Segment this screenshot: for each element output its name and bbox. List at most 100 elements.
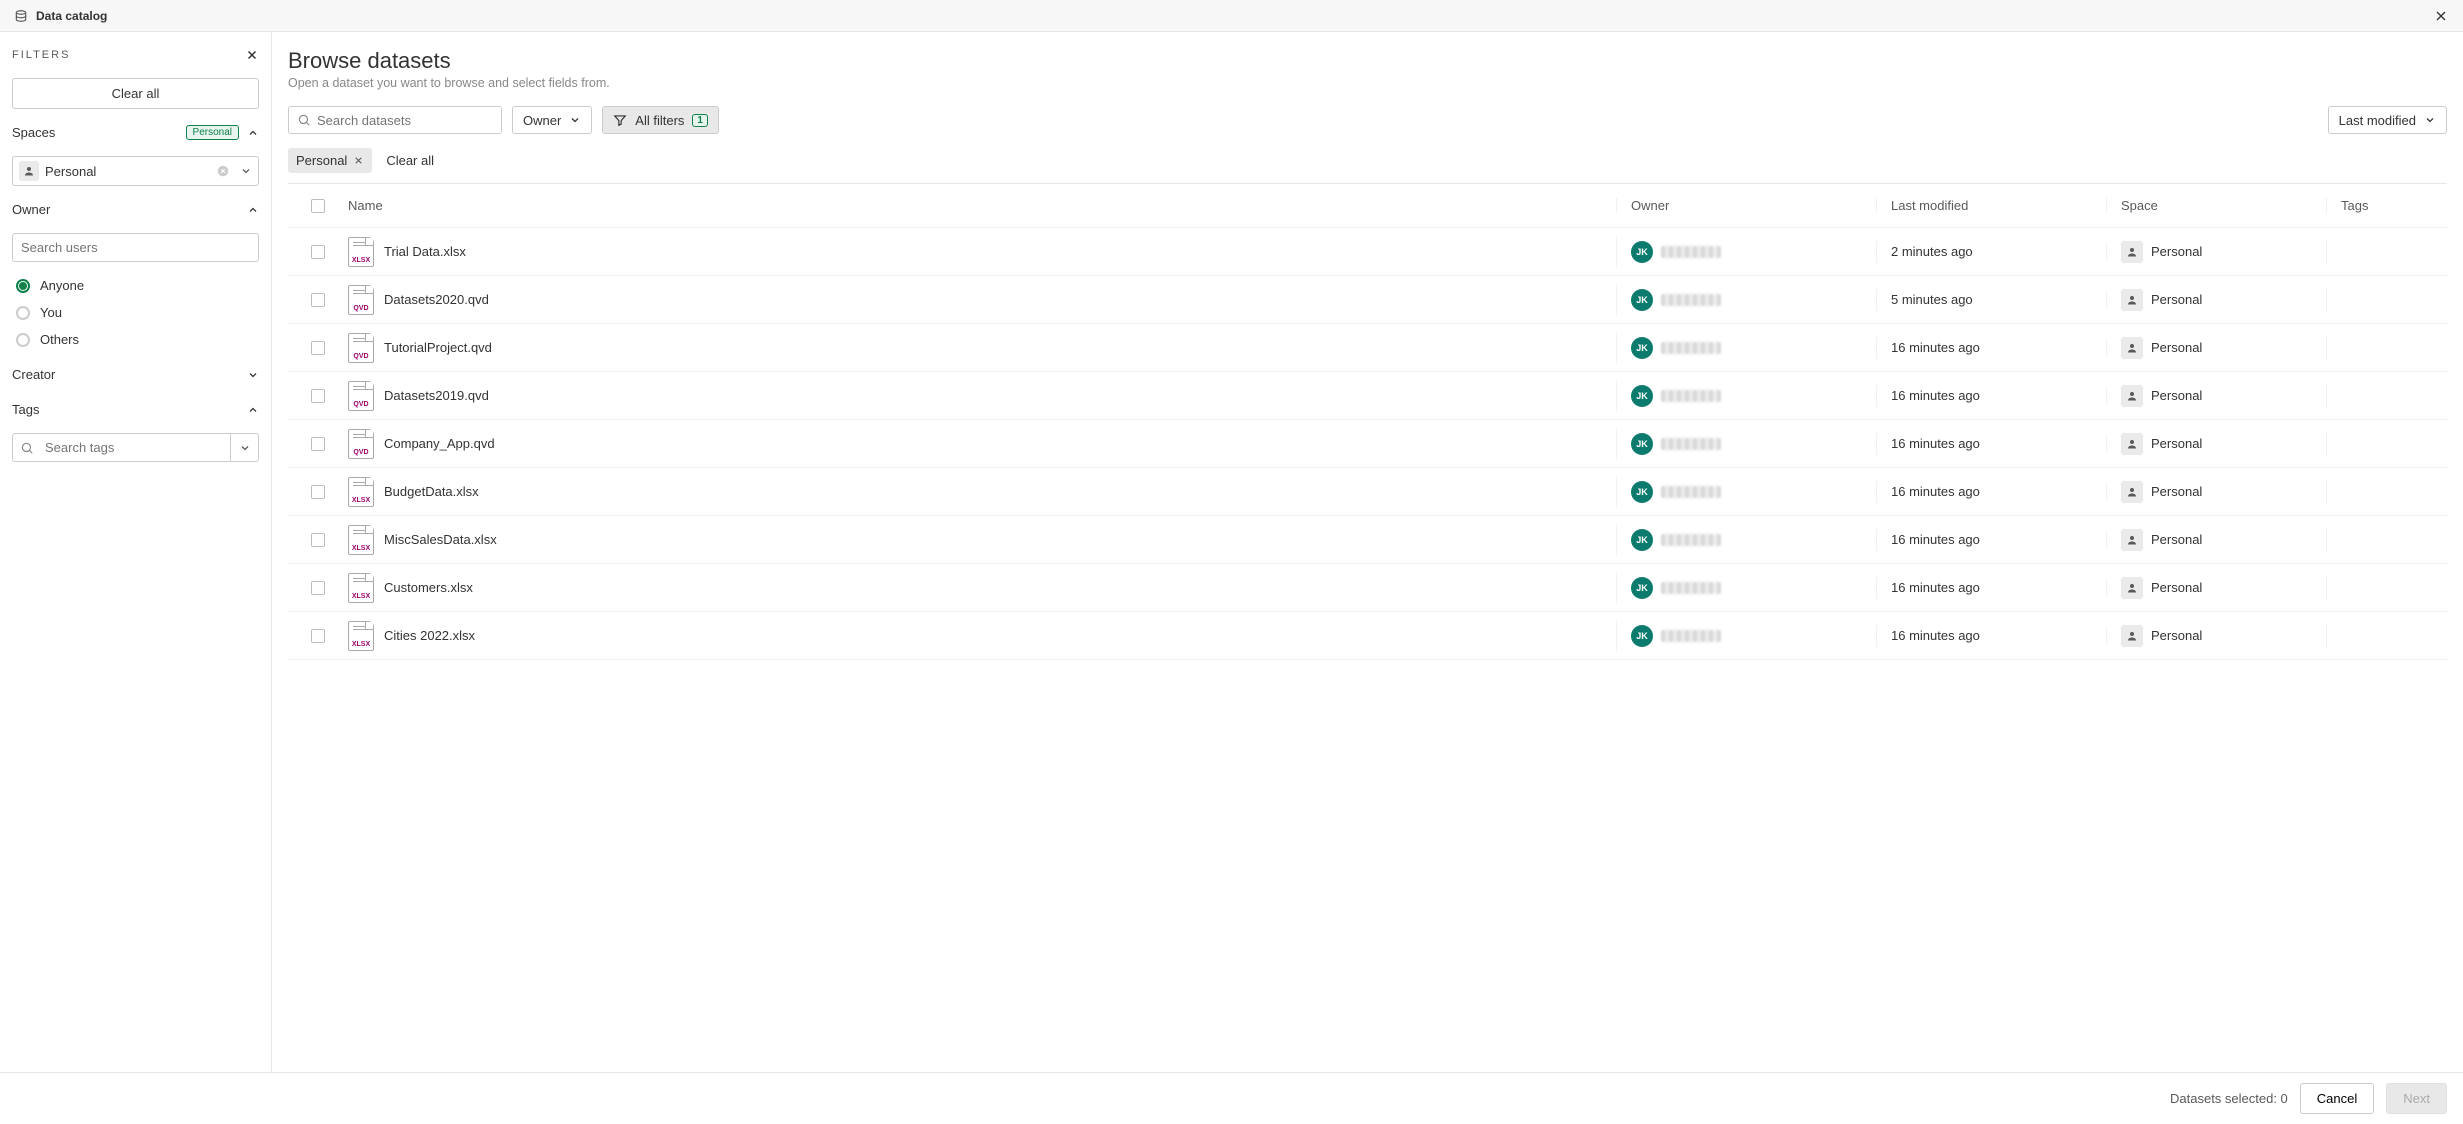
radio-icon xyxy=(16,333,30,347)
col-name-header[interactable]: Name xyxy=(348,198,1617,213)
space-name: Personal xyxy=(2151,436,2202,451)
space-name: Personal xyxy=(2151,580,2202,595)
row-checkbox[interactable] xyxy=(311,629,325,643)
table-row[interactable]: XLSX MiscSalesData.xlsx JK 16 minutes ag… xyxy=(288,516,2447,564)
radio-label: Anyone xyxy=(40,278,84,293)
person-icon xyxy=(2121,625,2143,647)
row-checkbox[interactable] xyxy=(311,341,325,355)
row-checkbox[interactable] xyxy=(311,437,325,451)
app-title: Data catalog xyxy=(36,9,107,23)
table-row[interactable]: XLSX Trial Data.xlsx JK 2 minutes ago Pe… xyxy=(288,228,2447,276)
owner-radio-you[interactable]: You xyxy=(16,305,259,320)
col-tags-header[interactable]: Tags xyxy=(2327,198,2447,213)
table-row[interactable]: XLSX BudgetData.xlsx JK 16 minutes ago P… xyxy=(288,468,2447,516)
close-dialog-button[interactable] xyxy=(2433,8,2449,24)
file-icon: XLSX xyxy=(348,477,374,507)
sort-label: Last modified xyxy=(2339,113,2416,128)
space-name: Personal xyxy=(2151,484,2202,499)
dataset-name: Trial Data.xlsx xyxy=(384,244,466,259)
radio-selected-icon xyxy=(16,279,30,293)
row-checkbox[interactable] xyxy=(311,389,325,403)
owner-avatar: JK xyxy=(1631,625,1653,647)
tags-search-input[interactable] xyxy=(41,434,230,461)
app-header: Data catalog xyxy=(0,0,2463,32)
remove-chip-icon[interactable] xyxy=(353,155,364,166)
dataset-name: Datasets2020.qvd xyxy=(384,292,489,307)
owner-search-input[interactable] xyxy=(12,233,259,262)
clear-space-icon[interactable] xyxy=(216,164,230,178)
space-name: Personal xyxy=(2151,532,2202,547)
table-row[interactable]: QVD TutorialProject.qvd JK 16 minutes ag… xyxy=(288,324,2447,372)
radio-label: Others xyxy=(40,332,79,347)
chevron-down-icon[interactable] xyxy=(240,165,252,177)
dialog-footer: Datasets selected: 0 Cancel Next xyxy=(0,1072,2463,1124)
next-button[interactable]: Next xyxy=(2386,1083,2447,1114)
close-filters-button[interactable] xyxy=(245,48,259,62)
all-filters-button[interactable]: All filters 1 xyxy=(602,106,719,134)
space-name: Personal xyxy=(2151,628,2202,643)
row-checkbox[interactable] xyxy=(311,293,325,307)
col-owner-header[interactable]: Owner xyxy=(1617,198,1877,213)
person-icon xyxy=(2121,433,2143,455)
filters-label: FILTERS xyxy=(12,49,70,61)
cancel-button[interactable]: Cancel xyxy=(2300,1083,2374,1114)
owner-avatar: JK xyxy=(1631,385,1653,407)
select-all-checkbox[interactable] xyxy=(311,199,325,213)
col-modified-header[interactable]: Last modified xyxy=(1877,198,2107,213)
page-title: Browse datasets xyxy=(288,48,2447,74)
row-checkbox[interactable] xyxy=(311,485,325,499)
space-name: Personal xyxy=(2151,292,2202,307)
col-space-header[interactable]: Space xyxy=(2107,198,2327,213)
owner-dd-label: Owner xyxy=(523,113,561,128)
tags-title: Tags xyxy=(12,402,39,417)
owner-name-redacted xyxy=(1661,534,1721,546)
dataset-name: Company_App.qvd xyxy=(384,436,495,451)
owner-name-redacted xyxy=(1661,390,1721,402)
filter-chip-personal[interactable]: Personal xyxy=(288,148,372,173)
filter-count-badge: 1 xyxy=(692,114,708,127)
modified-time: 16 minutes ago xyxy=(1877,580,2107,595)
dataset-search[interactable] xyxy=(288,106,502,134)
sort-dropdown[interactable]: Last modified xyxy=(2328,106,2447,134)
file-icon: QVD xyxy=(348,381,374,411)
owner-radio-others[interactable]: Others xyxy=(16,332,259,347)
dataset-search-input[interactable] xyxy=(317,113,493,128)
owner-avatar: JK xyxy=(1631,529,1653,551)
owner-name-redacted xyxy=(1661,294,1721,306)
chevron-up-icon xyxy=(247,404,259,416)
file-icon: XLSX xyxy=(348,573,374,603)
radio-label: You xyxy=(40,305,62,320)
filter-icon xyxy=(613,113,627,127)
table-row[interactable]: QVD Datasets2019.qvd JK 16 minutes ago P… xyxy=(288,372,2447,420)
creator-section-head[interactable]: Creator xyxy=(12,363,259,386)
page-subtitle: Open a dataset you want to browse and se… xyxy=(288,76,2447,90)
owner-dropdown[interactable]: Owner xyxy=(512,106,592,134)
owner-section-head[interactable]: Owner xyxy=(12,198,259,221)
space-selector[interactable]: Personal xyxy=(12,156,259,186)
dataset-name: TutorialProject.qvd xyxy=(384,340,492,355)
main-panel: Browse datasets Open a dataset you want … xyxy=(272,32,2463,1072)
tags-dropdown-button[interactable] xyxy=(230,434,258,461)
person-icon xyxy=(2121,337,2143,359)
row-checkbox[interactable] xyxy=(311,581,325,595)
table-row[interactable]: XLSX Customers.xlsx JK 16 minutes ago Pe… xyxy=(288,564,2447,612)
spaces-section-head[interactable]: Spaces Personal xyxy=(12,121,259,144)
table-row[interactable]: QVD Company_App.qvd JK 16 minutes ago Pe… xyxy=(288,420,2447,468)
tags-section-head[interactable]: Tags xyxy=(12,398,259,421)
clear-all-button[interactable]: Clear all xyxy=(12,78,259,109)
table-row[interactable]: QVD Datasets2020.qvd JK 5 minutes ago Pe… xyxy=(288,276,2447,324)
row-checkbox[interactable] xyxy=(311,245,325,259)
space-name: Personal xyxy=(2151,340,2202,355)
person-icon xyxy=(2121,241,2143,263)
owner-radio-anyone[interactable]: Anyone xyxy=(16,278,259,293)
table-row[interactable]: XLSX Cities 2022.xlsx JK 16 minutes ago … xyxy=(288,612,2447,660)
selection-status: Datasets selected: 0 xyxy=(2170,1091,2288,1106)
modified-time: 16 minutes ago xyxy=(1877,388,2107,403)
person-icon xyxy=(2121,577,2143,599)
person-icon xyxy=(2121,529,2143,551)
clear-chips-button[interactable]: Clear all xyxy=(386,153,434,168)
tags-search[interactable] xyxy=(12,433,259,462)
owner-name-redacted xyxy=(1661,246,1721,258)
row-checkbox[interactable] xyxy=(311,533,325,547)
person-icon xyxy=(2121,481,2143,503)
